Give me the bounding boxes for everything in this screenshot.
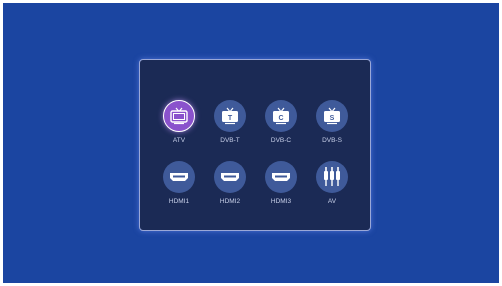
tv-icon: C: [265, 100, 297, 132]
tv-letter: C: [278, 115, 283, 122]
tv-icon: [163, 100, 195, 132]
source-dvb-c[interactable]: C DVB-C: [256, 100, 306, 160]
source-label: HDMI2: [219, 198, 241, 205]
tv-screen-background: ATV T DVB-T C DVB-C S DVB-S HDMI1 HDMI2 …: [3, 3, 499, 283]
tv-letter: T: [228, 115, 233, 122]
tv-icon: T: [214, 100, 246, 132]
source-atv[interactable]: ATV: [154, 100, 204, 160]
source-label: AV: [327, 198, 337, 205]
source-dvb-s[interactable]: S DVB-S: [307, 100, 357, 160]
source-hdmi2[interactable]: HDMI2: [205, 161, 255, 221]
tv-letter: S: [330, 115, 335, 122]
hdmi-port-icon: [265, 161, 297, 193]
source-label: HDMI1: [168, 198, 190, 205]
input-source-dialog: ATV T DVB-T C DVB-C S DVB-S HDMI1 HDMI2 …: [139, 59, 371, 231]
hdmi-port-icon: [214, 161, 246, 193]
source-label: DVB-C: [270, 137, 292, 144]
source-hdmi3[interactable]: HDMI3: [256, 161, 306, 221]
source-dvb-t[interactable]: T DVB-T: [205, 100, 255, 160]
source-label: ATV: [172, 137, 186, 144]
source-av[interactable]: AV: [307, 161, 357, 221]
source-label: DVB-T: [220, 137, 240, 144]
source-label: HDMI3: [270, 198, 292, 205]
hdmi-port-icon: [163, 161, 195, 193]
av-plug-icon: [316, 161, 348, 193]
tv-icon: S: [316, 100, 348, 132]
source-hdmi1[interactable]: HDMI1: [154, 161, 204, 221]
source-label: DVB-S: [322, 137, 342, 144]
